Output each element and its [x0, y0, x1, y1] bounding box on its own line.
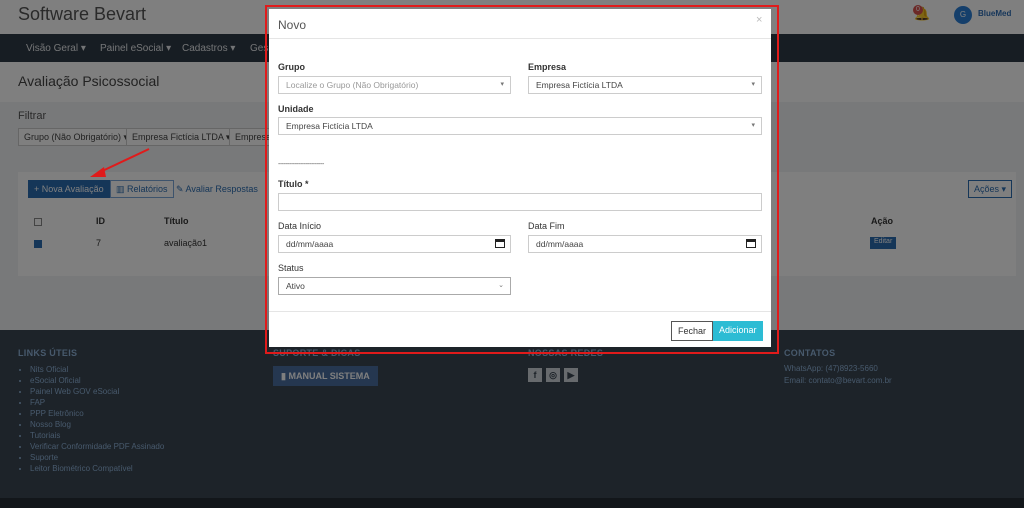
grupo-select[interactable]: Localize o Grupo (Não Obrigatório) ▾: [278, 76, 511, 94]
add-button[interactable]: Adicionar: [713, 321, 763, 341]
caret-down-icon: ▾: [751, 81, 755, 88]
annotation-arrow: [90, 148, 150, 177]
status-select[interactable]: Ativo ⌄: [278, 277, 511, 295]
titulo-input[interactable]: [278, 193, 762, 211]
empresa-label: Empresa: [528, 62, 567, 72]
data-inicio-placeholder: dd/mm/aaaa: [286, 239, 334, 249]
data-fim-label: Data Fim: [528, 221, 565, 231]
close-icon[interactable]: ×: [756, 14, 762, 26]
new-evaluation-modal: Novo × Grupo Localize o Grupo (Não Obrig…: [269, 9, 771, 347]
close-button[interactable]: Fechar: [671, 321, 714, 341]
empresa-value: Empresa Fictícia LTDA: [536, 80, 623, 90]
data-fim-placeholder: dd/mm/aaaa: [536, 239, 584, 249]
data-fim-input[interactable]: dd/mm/aaaa: [528, 235, 762, 253]
caret-down-icon: ▾: [500, 81, 504, 88]
unidade-label: Unidade: [278, 104, 314, 114]
modal-title: Novo: [278, 18, 307, 32]
unidade-select[interactable]: Empresa Fictícia LTDA ▾: [278, 117, 762, 135]
status-label: Status: [278, 263, 304, 273]
chevron-down-icon: ⌄: [498, 282, 504, 289]
data-inicio-input[interactable]: dd/mm/aaaa: [278, 235, 511, 253]
calendar-icon[interactable]: [746, 238, 756, 248]
calendar-icon[interactable]: [495, 238, 505, 248]
modal-header: Novo ×: [269, 9, 771, 39]
data-inicio-label: Data Início: [278, 221, 322, 231]
titulo-label: Título *: [278, 179, 309, 189]
status-value: Ativo: [286, 281, 305, 291]
section-divider: -------------------------: [278, 161, 324, 168]
grupo-placeholder: Localize o Grupo (Não Obrigatório): [286, 80, 419, 90]
caret-down-icon: ▾: [751, 122, 755, 129]
grupo-label: Grupo: [278, 62, 305, 72]
empresa-select[interactable]: Empresa Fictícia LTDA ▾: [528, 76, 762, 94]
modal-footer: Fechar Adicionar: [269, 311, 771, 347]
unidade-value: Empresa Fictícia LTDA: [286, 121, 373, 131]
